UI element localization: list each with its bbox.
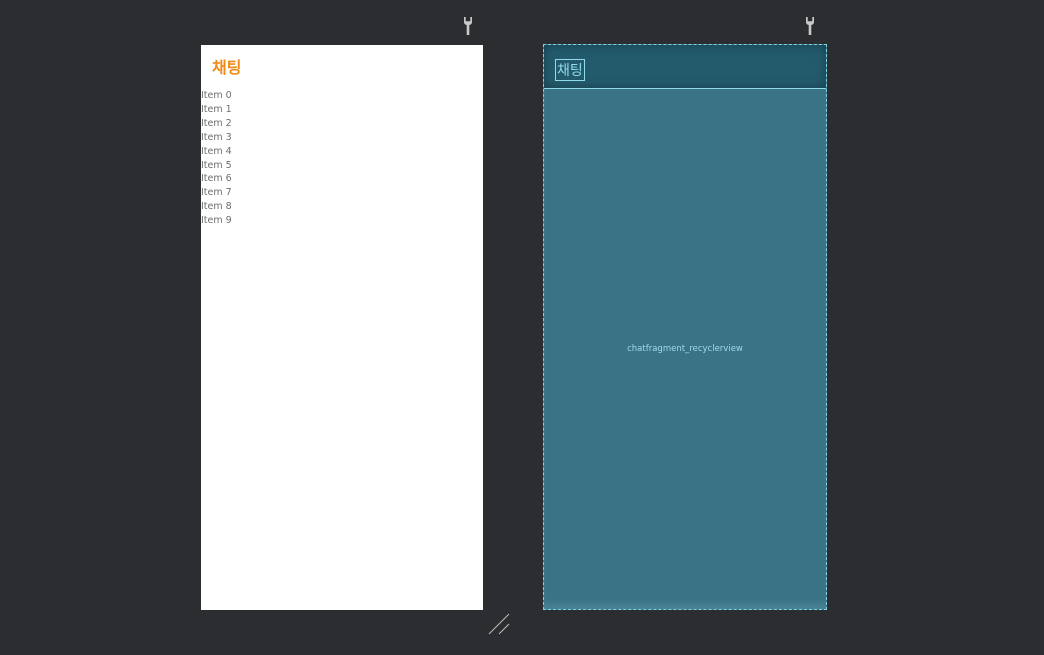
wrench-icon[interactable] (804, 16, 816, 36)
list-item[interactable]: Item 2 (201, 117, 232, 131)
list-item[interactable]: Item 1 (201, 103, 232, 117)
blueprint-toolbar[interactable]: 채팅 (544, 45, 826, 89)
wrench-icon[interactable] (462, 16, 474, 36)
blueprint-preview[interactable]: 채팅 chatfragment_recyclerview (543, 44, 827, 610)
design-preview[interactable]: 채팅 Item 0 Item 1 Item 2 Item 3 Item 4 It… (201, 45, 483, 610)
blueprint-toolbar-title[interactable]: 채팅 (555, 59, 585, 81)
list-item[interactable]: Item 9 (201, 214, 232, 228)
blueprint-recyclerview[interactable]: chatfragment_recyclerview (544, 89, 826, 609)
list-item[interactable]: Item 0 (201, 89, 232, 103)
recyclerview-id-label: chatfragment_recyclerview (627, 344, 743, 354)
resize-handle-icon[interactable] (487, 612, 513, 638)
list-item[interactable]: Item 6 (201, 172, 232, 186)
toolbar-title[interactable]: 채팅 (212, 58, 241, 78)
list-item[interactable]: Item 4 (201, 145, 232, 159)
list-item[interactable]: Item 5 (201, 159, 232, 173)
list-item[interactable]: Item 3 (201, 131, 232, 145)
chat-recyclerview[interactable]: Item 0 Item 1 Item 2 Item 3 Item 4 Item … (201, 89, 232, 228)
list-item[interactable]: Item 7 (201, 186, 232, 200)
list-item[interactable]: Item 8 (201, 200, 232, 214)
